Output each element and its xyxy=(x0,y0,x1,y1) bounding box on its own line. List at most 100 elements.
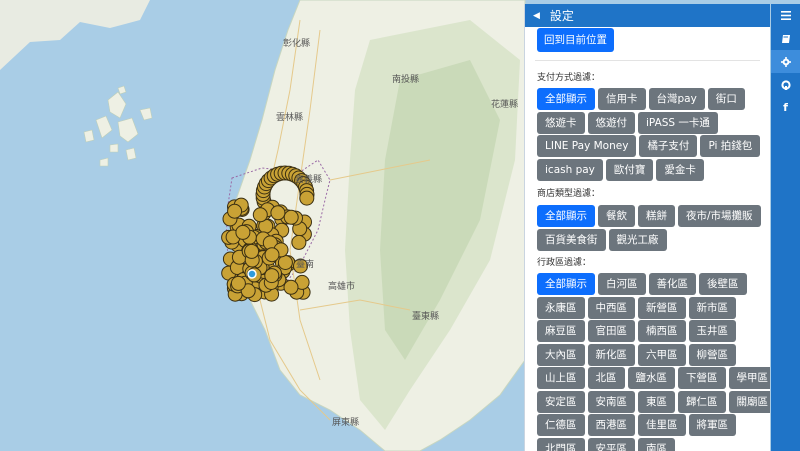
district-chip[interactable]: 安定區 xyxy=(537,390,585,413)
payment-chip[interactable]: 橘子支付 xyxy=(639,135,698,157)
district-row: 仁德區 西港區 佳里區 將軍區 xyxy=(537,414,736,436)
menu-icon[interactable] xyxy=(771,4,800,27)
payment-chip[interactable]: 信用卡 xyxy=(598,88,646,110)
store-marker[interactable] xyxy=(264,247,280,263)
district-chip[interactable]: 大內區 xyxy=(537,343,585,366)
district-chip[interactable]: 中西區 xyxy=(587,296,635,319)
district-row: 麻豆區 官田區 楠西區 玉井區 xyxy=(537,320,736,342)
district-chip[interactable]: 後壁區 xyxy=(699,273,747,295)
store-marker[interactable] xyxy=(277,255,293,270)
district-chip[interactable]: 東區 xyxy=(638,390,675,413)
payment-chip[interactable]: 街口 xyxy=(707,88,745,110)
payment-chip[interactable]: iPASS 一卡通 xyxy=(638,111,718,134)
store-row: 全部顯示 餐飲 糕餅 夜市/市場攤販 xyxy=(537,205,761,227)
store-marker[interactable] xyxy=(227,203,243,219)
district-chip[interactable]: 楠西區 xyxy=(638,320,686,342)
gear-icon[interactable] xyxy=(771,50,800,73)
store-marker[interactable] xyxy=(235,224,251,240)
settings-panel: ◀ 設定 回到目前位置 支付方式過濾： 全部顯示 信用卡 台灣pay 街口 悠遊卡 悠遊付… xyxy=(524,4,770,451)
store-chip[interactable]: 觀光工廠 xyxy=(608,228,667,251)
current-location-dot[interactable] xyxy=(247,269,257,279)
district-chip[interactable]: 北門區 xyxy=(537,437,585,451)
payment-chip[interactable]: icash pay xyxy=(537,158,603,181)
district-chip[interactable]: 安平區 xyxy=(587,437,635,451)
map-label-pingtung: 屏東縣 xyxy=(332,418,360,428)
github-icon[interactable] xyxy=(771,73,800,96)
district-chip[interactable]: 安南區 xyxy=(587,390,635,413)
map-label-taitung: 臺東縣 xyxy=(412,312,440,322)
payment-chip[interactable]: 悠遊付 xyxy=(587,111,635,134)
facebook-icon[interactable]: f xyxy=(771,96,800,119)
payment-row: icash pay 歐付寶 愛金卡 xyxy=(537,158,704,181)
payment-chip[interactable]: LINE Pay Money xyxy=(537,135,637,157)
district-chip[interactable]: 白河區 xyxy=(598,273,646,295)
district-chip[interactable]: 新化區 xyxy=(587,343,635,366)
store-chip[interactable]: 糕餅 xyxy=(638,205,675,227)
district-chip[interactable]: 西港區 xyxy=(587,414,635,436)
store-marker[interactable] xyxy=(283,279,299,295)
payment-chip[interactable]: Pi 拍錢包 xyxy=(700,135,761,157)
district-chip[interactable]: 學甲區 xyxy=(728,367,770,389)
district-chip[interactable]: 官田區 xyxy=(587,320,635,342)
district-chip[interactable]: 新營區 xyxy=(638,296,686,319)
store-marker[interactable] xyxy=(264,268,280,284)
district-chip[interactable]: 柳營區 xyxy=(688,343,736,366)
store-chip[interactable]: 全部顯示 xyxy=(537,205,595,227)
store-chip[interactable]: 百貨美食街 xyxy=(537,228,606,251)
district-chip[interactable]: 全部顯示 xyxy=(537,273,595,295)
district-row: 安定區 安南區 東區 歸仁區 關廟區 xyxy=(537,390,770,413)
payment-chip[interactable]: 愛金卡 xyxy=(656,158,704,181)
district-chip[interactable]: 新市區 xyxy=(688,296,736,319)
store-marker[interactable] xyxy=(244,243,260,259)
payment-chip[interactable]: 台灣pay xyxy=(648,88,705,110)
map-label-chiayi: 嘉義縣 xyxy=(295,175,323,185)
store-chip[interactable]: 餐飲 xyxy=(598,205,635,227)
district-chip[interactable]: 六甲區 xyxy=(638,343,686,366)
district-chip[interactable]: 鹽水區 xyxy=(627,367,675,389)
sidebar-tabs: f xyxy=(771,4,800,451)
district-row: 北門區 安平區 南區 xyxy=(537,437,675,451)
district-chip[interactable]: 永康區 xyxy=(537,296,585,319)
store-type-filter-label: 商店類型過濾： xyxy=(537,189,601,199)
district-chip[interactable]: 北區 xyxy=(587,367,625,389)
map-label-nantou: 南投縣 xyxy=(392,75,420,85)
panel-title: 設定 xyxy=(549,9,574,23)
store-marker[interactable] xyxy=(291,234,307,250)
district-chip[interactable]: 佳里區 xyxy=(638,414,686,436)
store-marker[interactable] xyxy=(270,205,286,221)
map-label-yunlin: 雲林縣 xyxy=(276,113,304,123)
store-marker[interactable] xyxy=(252,207,268,223)
district-filter-label: 行政區過濾： xyxy=(537,258,592,268)
district-chip[interactable]: 善化區 xyxy=(648,273,696,295)
district-row: 大內區 新化區 六甲區 柳營區 xyxy=(537,343,736,366)
payment-filter-label: 支付方式過濾： xyxy=(537,73,601,83)
district-chip[interactable]: 歸仁區 xyxy=(678,390,726,413)
district-row: 全部顯示 白河區 善化區 後壁區 xyxy=(537,273,747,295)
district-chip[interactable]: 南區 xyxy=(638,437,675,451)
district-chip[interactable]: 下營區 xyxy=(678,367,726,389)
district-chip[interactable]: 關廟區 xyxy=(728,390,770,413)
payment-chip[interactable]: 全部顯示 xyxy=(537,88,595,110)
payment-chip[interactable]: 歐付寶 xyxy=(605,158,654,181)
recenter-button[interactable]: 回到目前位置 xyxy=(537,28,614,52)
map-label-changhua: 彰化縣 xyxy=(283,39,311,49)
district-chip[interactable]: 麻豆區 xyxy=(537,320,585,342)
district-chip[interactable]: 將軍區 xyxy=(688,414,736,436)
book-icon[interactable] xyxy=(771,27,800,50)
district-chip[interactable]: 玉井區 xyxy=(688,320,736,342)
map-label-hualien: 花蓮縣 xyxy=(491,100,519,110)
store-row: 百貨美食街 觀光工廠 xyxy=(537,228,667,251)
payment-row: 悠遊卡 悠遊付 iPASS 一卡通 xyxy=(537,111,718,134)
store-chip[interactable]: 夜市/市場攤販 xyxy=(678,205,761,227)
store-marker[interactable] xyxy=(299,190,315,206)
collapse-arrow-icon[interactable]: ◀ xyxy=(533,11,540,21)
district-row: 永康區 中西區 新營區 新市區 xyxy=(537,296,736,319)
payment-chip[interactable]: 悠遊卡 xyxy=(537,111,585,134)
store-marker[interactable] xyxy=(283,209,299,225)
payment-row: LINE Pay Money 橘子支付 Pi 拍錢包 xyxy=(537,135,761,157)
panel-header: ◀ 設定 xyxy=(525,4,770,27)
district-chip[interactable]: 山上區 xyxy=(537,367,585,389)
store-marker[interactable] xyxy=(230,275,246,291)
district-chip[interactable]: 仁德區 xyxy=(537,414,585,436)
map-label-kaohsiung: 高雄市 xyxy=(328,282,356,292)
